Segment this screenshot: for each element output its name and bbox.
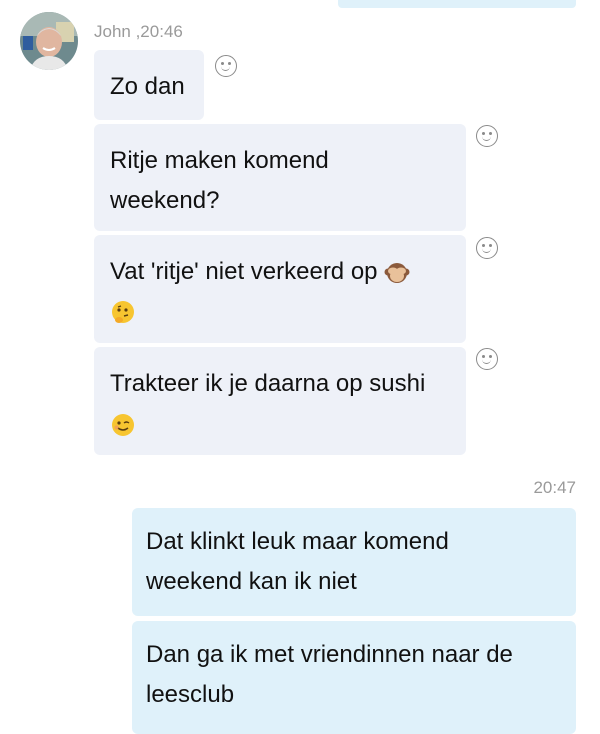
message-text: Dan ga ik met vriendinnen naar de leescl… <box>146 641 513 708</box>
winking-face-icon <box>112 413 134 436</box>
message-text-block: Trakteer ik je daarna op sushi <box>110 364 425 444</box>
message-text: Vat 'ritje' niet verkeerd op <box>110 258 378 285</box>
incoming-message[interactable]: Vat 'ritje' niet verkeerd op <box>94 235 466 343</box>
message-text: Dat klinkt leuk maar komend weekend kan … <box>146 528 449 595</box>
add-reaction-icon[interactable] <box>476 348 498 370</box>
add-reaction-icon[interactable] <box>215 55 237 77</box>
add-reaction-icon[interactable] <box>476 237 498 259</box>
outgoing-message[interactable]: Dan ga ik met vriendinnen naar de leescl… <box>132 621 576 734</box>
message-text-block: Vat 'ritje' niet verkeerd op <box>110 252 410 332</box>
avatar[interactable] <box>20 12 78 70</box>
message-text: Zo dan <box>110 73 185 100</box>
outgoing-message[interactable]: Dat klinkt leuk maar komend weekend kan … <box>132 508 576 616</box>
incoming-message[interactable]: Zo dan <box>94 50 204 120</box>
previous-outgoing-bubble <box>338 0 576 8</box>
outgoing-timestamp: 20:47 <box>533 478 576 497</box>
sender-meta: John ,20:46 <box>94 22 183 41</box>
incoming-message[interactable]: Trakteer ik je daarna op sushi <box>94 347 466 455</box>
incoming-message[interactable]: Ritje maken komend weekend? <box>94 124 466 231</box>
see-no-evil-monkey-icon <box>384 262 410 283</box>
message-text: Ritje maken komend weekend? <box>110 147 329 214</box>
message-text: Trakteer ik je daarna op sushi <box>110 370 426 397</box>
thinking-face-icon <box>112 300 134 323</box>
add-reaction-icon[interactable] <box>476 125 498 147</box>
